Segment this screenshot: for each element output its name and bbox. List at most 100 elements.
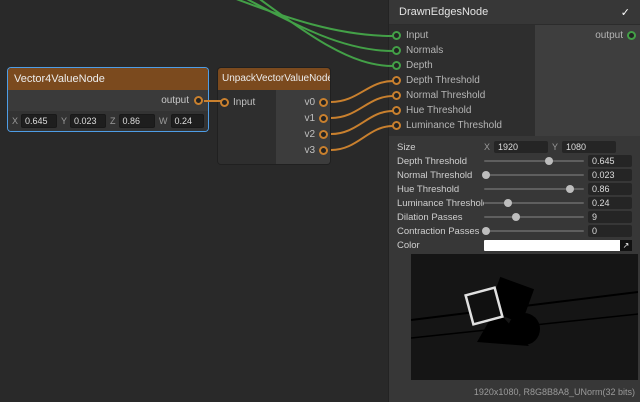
- size-y-input[interactable]: 1080: [562, 141, 616, 153]
- edge-depth[interactable]: [250, 0, 393, 66]
- slider-handle[interactable]: [482, 171, 490, 179]
- slider-row: Hue Threshold 0.86: [397, 182, 632, 196]
- enabled-checkbox[interactable]: ✓: [621, 6, 630, 19]
- vector-component-field: X0.645: [12, 114, 57, 128]
- properties-section: Size X 1920 Y 1080 Depth Threshold0.645N…: [389, 136, 640, 252]
- output-port[interactable]: [194, 96, 203, 105]
- input-port[interactable]: [392, 46, 401, 55]
- input-port[interactable]: [392, 76, 401, 85]
- component-label: W: [159, 116, 168, 126]
- vector-component-field: Y0.023: [61, 114, 106, 128]
- color-row: Color ↗: [397, 238, 632, 252]
- output-port-label: output: [595, 30, 623, 41]
- edge-input[interactable]: [218, 0, 393, 36]
- property-label: Color: [397, 240, 484, 251]
- input-port[interactable]: [392, 121, 401, 130]
- node-title[interactable]: Vector4ValueNode: [8, 68, 208, 90]
- inputs-column: InputNormalsDepthDepth ThresholdNormal T…: [389, 25, 535, 136]
- slider-value-input[interactable]: 0.023: [588, 169, 632, 181]
- input-port-row: Input: [220, 94, 276, 110]
- input-port-row: Depth Threshold: [389, 73, 535, 88]
- property-label: Depth Threshold: [397, 156, 484, 167]
- component-value-input[interactable]: 0.023: [70, 114, 106, 128]
- graph-canvas[interactable]: Vector4ValueNode output X0.645Y0.023Z0.8…: [0, 0, 640, 402]
- edge-v3-lum-threshold[interactable]: [331, 126, 393, 150]
- output-port-row: v2: [276, 126, 328, 142]
- slider-track[interactable]: [484, 202, 584, 204]
- property-label: Luminance Threshold: [397, 198, 484, 209]
- input-port-row: Hue Threshold: [389, 103, 535, 118]
- slider-track[interactable]: [484, 188, 584, 190]
- preview-image: [411, 254, 638, 380]
- slider-value-input[interactable]: 9: [588, 211, 632, 223]
- slider-handle[interactable]: [482, 227, 490, 235]
- port-label: Input: [406, 30, 428, 41]
- slider-handle[interactable]: [566, 185, 574, 193]
- slider-value-input[interactable]: 0: [588, 225, 632, 237]
- output-port[interactable]: [627, 31, 636, 40]
- property-label: Size: [397, 142, 484, 153]
- slider-track[interactable]: [484, 230, 584, 232]
- slider-track[interactable]: [484, 216, 584, 218]
- slider-value-input[interactable]: 0.86: [588, 183, 632, 195]
- edge-v0-depth-threshold[interactable]: [331, 81, 393, 102]
- vector-component-field: Z0.86: [110, 114, 155, 128]
- property-label: Dilation Passes: [397, 212, 484, 223]
- input-port[interactable]: [220, 98, 229, 107]
- output-port-row: v0: [276, 94, 328, 110]
- input-port-row: Normals: [389, 43, 535, 58]
- slider-value-input[interactable]: 0.645: [588, 155, 632, 167]
- output-port[interactable]: [319, 114, 328, 123]
- outputs-column: v0 v1 v2v3: [276, 90, 330, 164]
- property-label: Normal Threshold: [397, 170, 484, 181]
- output-port[interactable]: [319, 130, 328, 139]
- output-port-row: v3: [276, 142, 328, 158]
- x-axis-label: X: [484, 142, 490, 152]
- port-label: Luminance Threshold: [406, 120, 502, 131]
- expand-color-icon[interactable]: ↗: [620, 240, 632, 251]
- port-label: v1: [304, 113, 315, 124]
- component-value-input[interactable]: 0.86: [119, 114, 156, 128]
- port-label: v0: [304, 97, 315, 108]
- slider-track[interactable]: [484, 160, 584, 162]
- slider-row: Dilation Passes 9: [397, 210, 632, 224]
- input-port-row: Luminance Threshold: [389, 118, 535, 133]
- component-value-input[interactable]: 0.645: [21, 114, 57, 128]
- node-ports-region: InputNormalsDepthDepth ThresholdNormal T…: [389, 25, 640, 136]
- edge-normals[interactable]: [234, 0, 393, 51]
- slider-handle[interactable]: [545, 157, 553, 165]
- slider-row: Depth Threshold 0.645: [397, 154, 632, 168]
- node-title[interactable]: UnpackVectorValueNode: [218, 68, 330, 90]
- slider-handle[interactable]: [512, 213, 520, 221]
- component-value-input[interactable]: 0.24: [171, 114, 205, 128]
- inputs-column: Input: [218, 90, 276, 164]
- output-port[interactable]: [319, 98, 328, 107]
- component-label: Z: [110, 116, 116, 126]
- node-title: DrawnEdgesNode: [399, 6, 488, 18]
- color-field[interactable]: ↗: [484, 240, 632, 251]
- slider-row: Contraction Passes0: [397, 224, 632, 238]
- input-port[interactable]: [392, 31, 401, 40]
- preview-outlined-square: [466, 288, 503, 325]
- drawn-edges-panel: DrawnEdgesNode ✓ InputNormalsDepthDepth …: [388, 0, 640, 402]
- slider-track[interactable]: [484, 174, 584, 176]
- edge-v1-normal-threshold[interactable]: [331, 96, 393, 118]
- edge-v2-hue-threshold[interactable]: [331, 111, 393, 134]
- size-x-input[interactable]: 1920: [494, 141, 548, 153]
- node-unpackvectorvalue[interactable]: UnpackVectorValueNode Input v0 v1 v2v3: [218, 68, 330, 164]
- output-port-row: output: [535, 28, 640, 43]
- property-label: Hue Threshold: [397, 184, 484, 195]
- output-port-row: v1: [276, 110, 328, 126]
- slider-value-input[interactable]: 0.24: [588, 197, 632, 209]
- input-port-row: Depth: [389, 58, 535, 73]
- input-port[interactable]: [392, 61, 401, 70]
- node-vector4value[interactable]: Vector4ValueNode output X0.645Y0.023Z0.8…: [8, 68, 208, 131]
- y-axis-label: Y: [552, 142, 558, 152]
- input-port[interactable]: [392, 91, 401, 100]
- input-port[interactable]: [392, 106, 401, 115]
- outputs-column: output: [535, 25, 640, 136]
- slider-row: Normal Threshold 0.023: [397, 168, 632, 182]
- slider-handle[interactable]: [504, 199, 512, 207]
- port-label: Input: [233, 97, 255, 108]
- output-port[interactable]: [319, 146, 328, 155]
